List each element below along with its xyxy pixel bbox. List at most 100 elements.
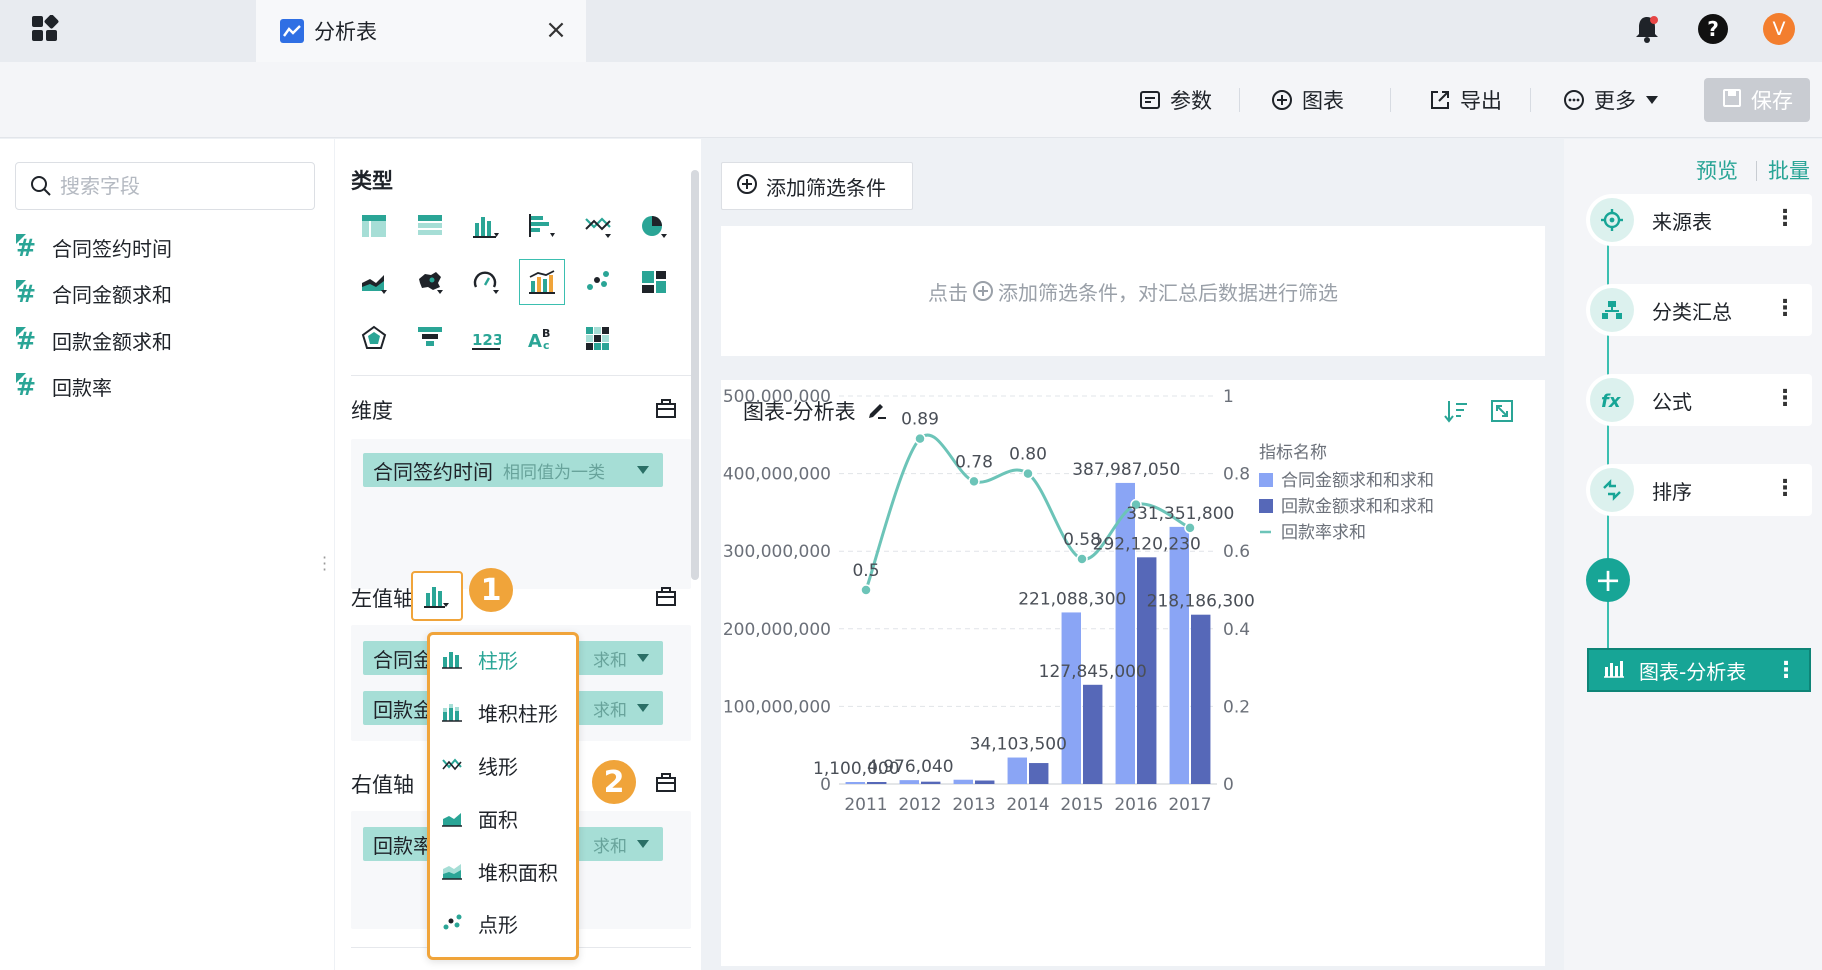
scatter-chart-icon[interactable] xyxy=(575,259,621,305)
toolbox-icon[interactable] xyxy=(655,585,677,607)
x-tick-label: 2012 xyxy=(898,795,941,815)
data-label: 0.89 xyxy=(901,410,939,430)
map-chart-icon[interactable] xyxy=(407,259,453,305)
more-vertical-icon[interactable]: ⋮ xyxy=(1774,386,1796,411)
combo-chart-icon xyxy=(1603,658,1625,683)
left-axis-section-title: 左值轴 xyxy=(351,587,414,611)
y-left-tick-label: 400,000,000 xyxy=(723,465,831,485)
area-chart-icon[interactable] xyxy=(351,259,397,305)
y-right-tick-label: 0.2 xyxy=(1223,697,1250,717)
add-chart-button[interactable]: 图表 xyxy=(1270,82,1344,118)
stacked-area-icon xyxy=(440,859,464,883)
add-step-button[interactable]: + xyxy=(1586,558,1630,602)
word-cloud-icon[interactable]: ABc xyxy=(519,315,565,361)
panel-resize-handle[interactable]: · · · xyxy=(322,550,327,578)
data-label: 0.80 xyxy=(1009,445,1047,465)
notification-bell-icon[interactable] xyxy=(1630,12,1664,46)
config-scrollbar[interactable] xyxy=(691,170,699,580)
menu-item-scatter[interactable]: 点形 xyxy=(440,903,518,943)
link-divider xyxy=(1756,161,1757,181)
combo-chart-icon[interactable] xyxy=(519,259,565,305)
area-chart-icon xyxy=(440,806,464,830)
close-icon[interactable]: × xyxy=(540,14,572,46)
y-left-tick-label: 100,000,000 xyxy=(723,697,831,717)
export-button[interactable]: 导出 xyxy=(1428,82,1502,118)
line-chart-icon[interactable] xyxy=(575,203,621,249)
data-label: 221,088,300 xyxy=(1018,589,1126,609)
flow-node-chart-active[interactable]: 图表-分析表 ⋮ xyxy=(1587,648,1811,692)
field-item[interactable]: # 合同金额求和 xyxy=(14,276,172,310)
chart-type-menu: 柱形 堆积柱形 线形 面积 堆积面积 点形 xyxy=(427,632,579,960)
bar-chart-icon[interactable] xyxy=(463,203,509,249)
field-item[interactable]: # 回款金额求和 xyxy=(14,323,172,357)
app-grid-icon[interactable] xyxy=(31,15,59,43)
data-label: 0.5 xyxy=(852,561,879,581)
menu-item-stacked-bar[interactable]: 堆积柱形 xyxy=(440,692,558,732)
save-button[interactable]: 保存 xyxy=(1704,78,1810,122)
filter-drop-zone[interactable]: 点击 添加筛选条件，对汇总后数据进行筛选 xyxy=(721,226,1545,356)
y-left-tick-label: 200,000,000 xyxy=(723,620,831,640)
plus-circle-icon xyxy=(1270,88,1294,112)
preview-link[interactable]: 预览 xyxy=(1696,155,1738,185)
legend-swatch xyxy=(1259,499,1273,513)
params-button[interactable]: 参数 xyxy=(1138,82,1212,118)
dimension-field-pill[interactable]: 合同签约时间 相同值为一类 xyxy=(363,453,663,487)
flow-node-sort[interactable]: 排序 ⋮ xyxy=(1586,464,1812,516)
left-axis-chart-type-button[interactable] xyxy=(411,571,463,621)
chevron-down-icon xyxy=(637,654,649,662)
add-filter-button[interactable]: 添加筛选条件 xyxy=(721,162,913,210)
kpi-number-icon[interactable]: 123 xyxy=(463,315,509,361)
svg-text:fx: fx xyxy=(1601,391,1622,412)
bar-series-2 xyxy=(867,782,887,784)
chevron-down-icon xyxy=(637,466,649,474)
svg-text:c: c xyxy=(543,339,550,351)
toolbox-icon[interactable] xyxy=(655,771,677,793)
tab-analysis[interactable]: 分析表 × xyxy=(256,0,586,62)
menu-item-stacked-area[interactable]: 堆积面积 xyxy=(440,851,558,891)
line-point xyxy=(1076,553,1088,565)
funnel-chart-icon[interactable] xyxy=(407,315,453,361)
search-input[interactable] xyxy=(60,174,300,198)
line-point xyxy=(968,475,980,488)
line-point xyxy=(914,432,926,445)
pie-chart-icon[interactable] xyxy=(631,203,677,249)
save-icon xyxy=(1721,87,1743,114)
toolbox-icon[interactable] xyxy=(655,397,677,419)
menu-item-area[interactable]: 面积 xyxy=(440,798,518,838)
more-vertical-icon[interactable]: ⋮ xyxy=(1774,206,1796,231)
data-label: 292,120,230 xyxy=(1093,534,1201,554)
user-avatar[interactable]: V xyxy=(1762,12,1796,46)
more-vertical-icon[interactable]: ⋮ xyxy=(1774,296,1796,321)
batch-link[interactable]: 批量 xyxy=(1768,155,1810,185)
filter-hint-suffix: 添加筛选条件，对汇总后数据进行筛选 xyxy=(998,280,1338,305)
horizontal-bar-icon[interactable] xyxy=(519,203,565,249)
y-left-tick-label: 500,000,000 xyxy=(723,387,831,407)
toolbar: 参数 图表 导出 更多 保存 xyxy=(0,62,1822,138)
step-badge-2: 2 xyxy=(592,760,636,804)
treemap-chart-icon[interactable] xyxy=(631,259,677,305)
field-panel: # 合同签约时间 # 合同金额求和 # 回款金额求和 # 回款率 ··· xyxy=(0,139,334,970)
legend-label: 回款金额求和和求和 xyxy=(1281,497,1434,517)
x-tick-label: 2017 xyxy=(1168,795,1211,815)
table-type-icon[interactable] xyxy=(351,203,397,249)
flow-node-source[interactable]: 来源表 ⋮ xyxy=(1586,194,1812,246)
radar-chart-icon[interactable] xyxy=(351,315,397,361)
flow-node-formula[interactable]: fx 公式 ⋮ xyxy=(1586,374,1812,426)
flow-node-group-summary[interactable]: 分类汇总 ⋮ xyxy=(1586,284,1812,336)
more-vertical-icon[interactable]: ⋮ xyxy=(1774,476,1796,501)
menu-item-line[interactable]: 线形 xyxy=(440,745,518,785)
chevron-down-icon xyxy=(637,704,649,712)
more-menu-button[interactable]: 更多 xyxy=(1562,82,1658,118)
field-item[interactable]: # 回款率 xyxy=(14,369,112,403)
more-vertical-icon[interactable]: ⋮ xyxy=(1775,658,1797,683)
gauge-chart-icon[interactable] xyxy=(463,259,509,305)
field-item[interactable]: # 合同签约时间 xyxy=(14,230,172,264)
scatter-chart-icon xyxy=(440,911,464,935)
help-icon[interactable]: ? xyxy=(1696,12,1730,46)
dimension-drop-zone[interactable]: 合同签约时间 相同值为一类 xyxy=(351,439,691,589)
x-tick-label: 2015 xyxy=(1060,795,1103,815)
menu-item-bar[interactable]: 柱形 xyxy=(440,639,518,679)
heatmap-chart-icon[interactable] xyxy=(575,315,621,361)
bar-series-1 xyxy=(899,780,919,784)
cross-table-icon[interactable] xyxy=(407,203,453,249)
